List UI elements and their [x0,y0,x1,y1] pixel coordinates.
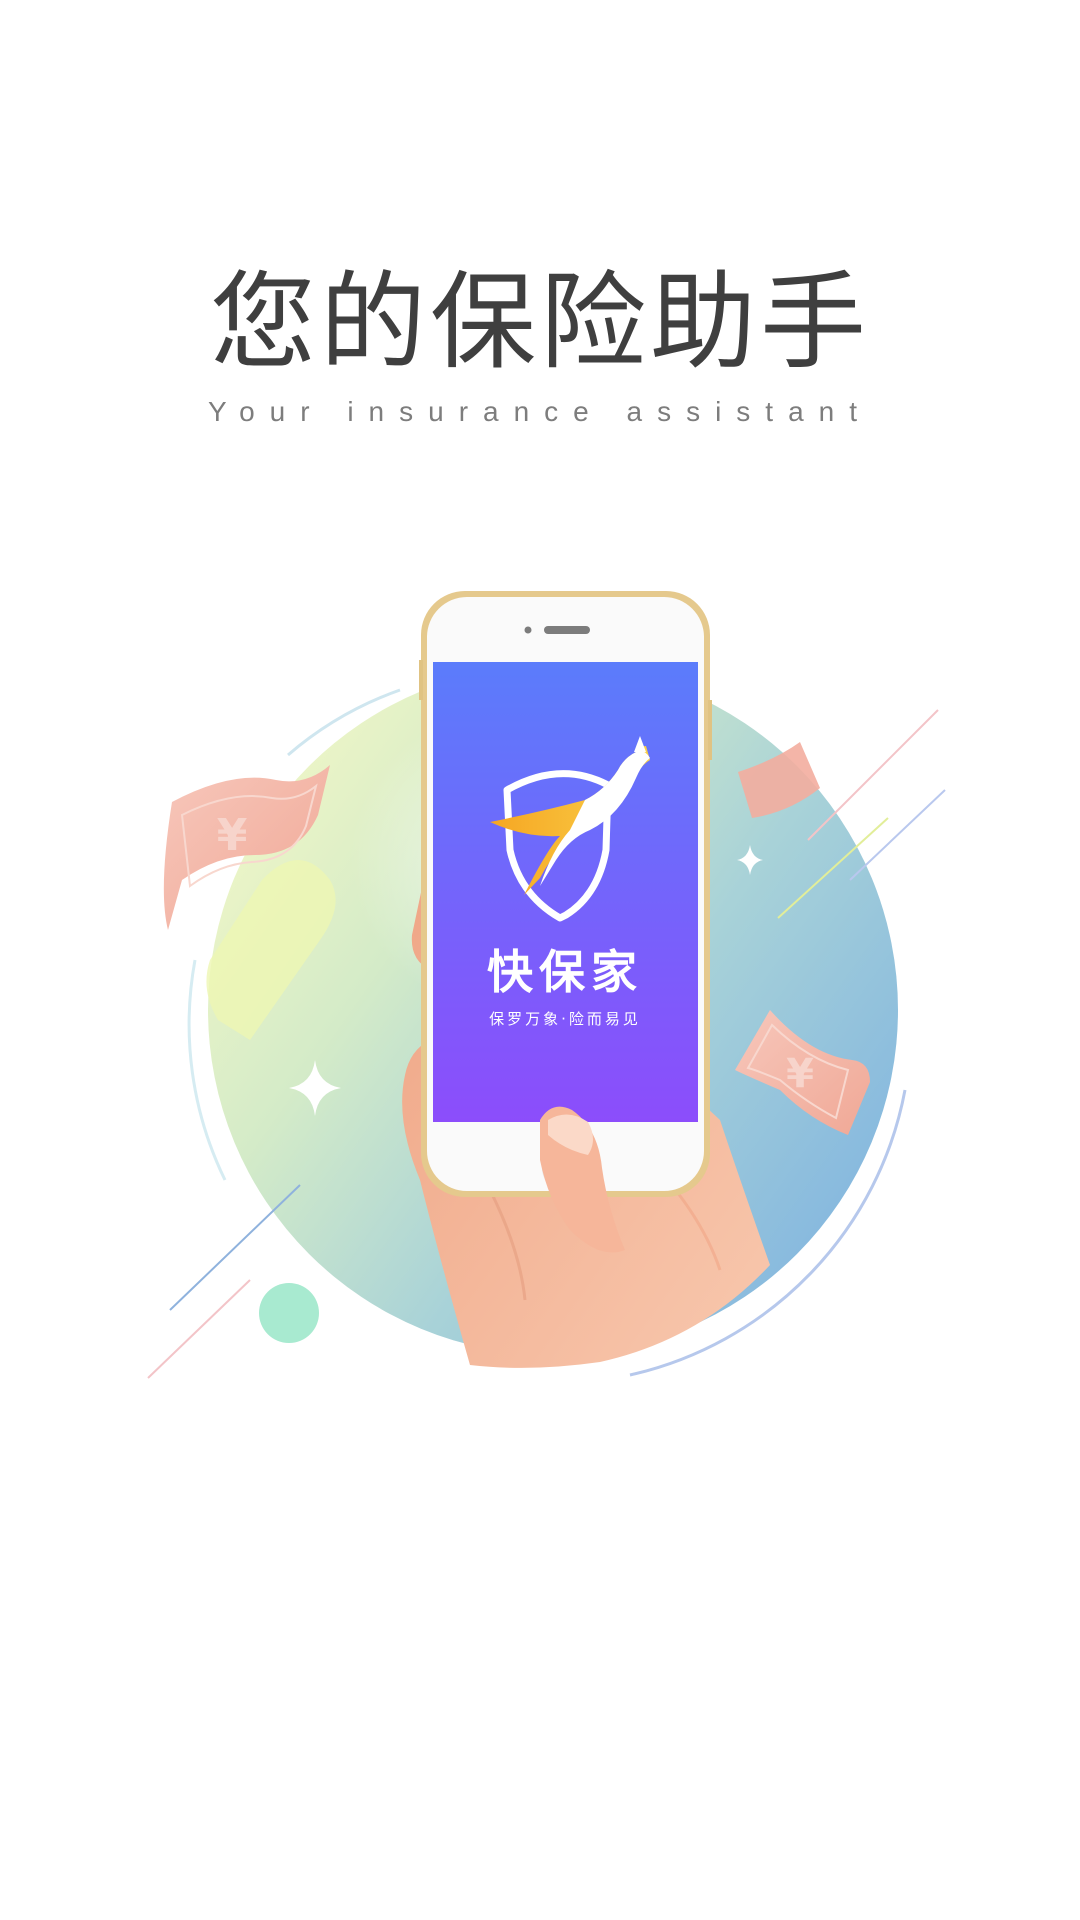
splash-screen: 您的保险助手 Your insurance assistant ¥ ¥ 快保家 … [0,0,1080,1920]
deco-line-pink-right [807,709,939,841]
app-slogan: 保罗万象·险而易见 [489,1010,641,1028]
deco-line-pink [147,1279,251,1379]
phone-screen [433,662,698,1122]
app-name: 快保家 [487,945,643,999]
hero-illustration: ¥ ¥ 快保家 保罗万象·险而易见 [147,591,946,1379]
phone-mockup [419,591,712,1197]
money-symbol: ¥ [217,810,248,861]
deco-line-lavender [849,789,946,881]
money-symbol: ¥ [786,1051,814,1097]
mint-dot [259,1283,319,1343]
